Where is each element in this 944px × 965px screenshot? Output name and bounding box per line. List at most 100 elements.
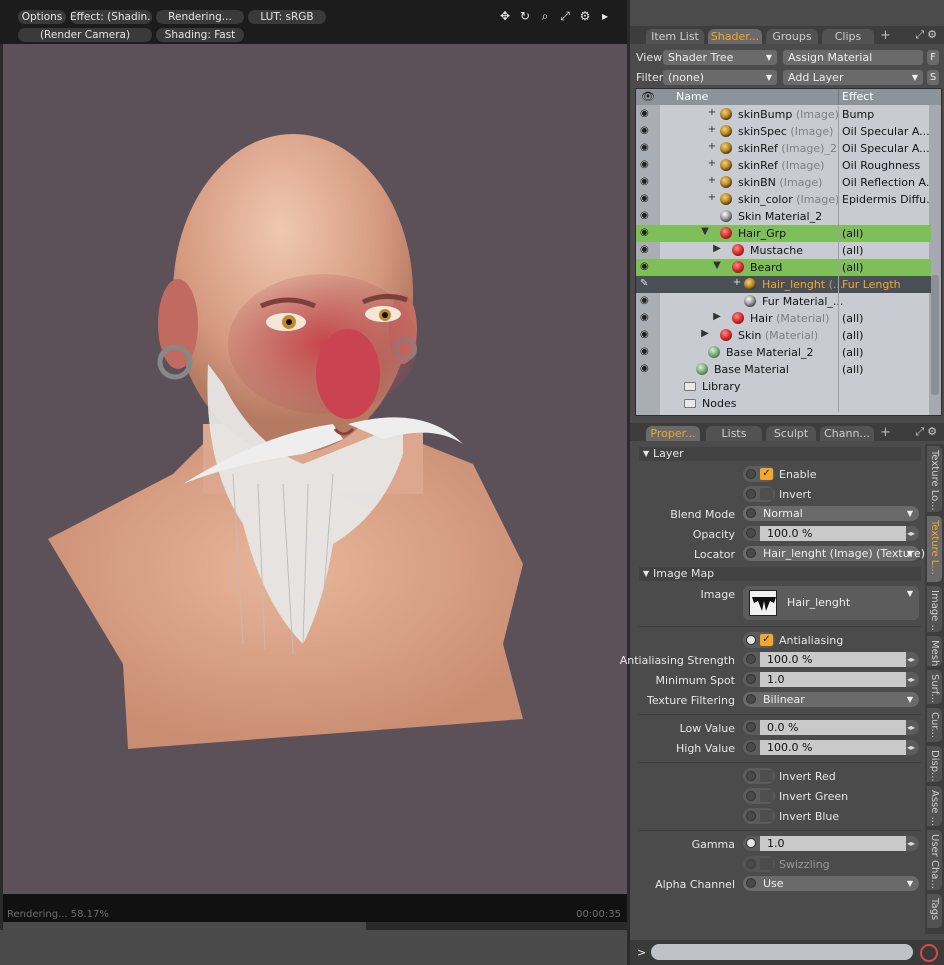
eye-icon[interactable]: ◉ [640, 126, 654, 136]
animate-dot-icon[interactable] [746, 811, 756, 821]
collapse-icon[interactable]: ▼ [712, 260, 722, 271]
name-column-header[interactable]: Name [676, 90, 708, 103]
animate-dot-icon[interactable] [746, 635, 756, 645]
min-spot-value[interactable]: 1.0 [760, 672, 906, 687]
eye-icon[interactable]: ◉ [640, 228, 654, 238]
collapse-icon[interactable]: ▼ [700, 226, 710, 237]
expand-icon[interactable]: ▶ [712, 311, 722, 322]
blend-mode-dropdown[interactable]: Normal ▼ [743, 506, 919, 521]
side-tab[interactable]: Tags [927, 894, 942, 928]
side-tab[interactable]: Surf... [927, 670, 942, 704]
view-dropdown[interactable]: Shader Tree ▼ [663, 50, 777, 65]
checkbox-box[interactable] [760, 790, 773, 802]
tab-item-list[interactable]: Item List [646, 29, 704, 44]
tree-row[interactable]: ◉ Base Material (all) [636, 361, 931, 378]
camera-dropdown[interactable]: (Render Camera) [18, 28, 152, 42]
shading-dropdown[interactable]: Shading: Fast [156, 28, 244, 42]
rotate-icon[interactable]: ↻ [518, 9, 532, 23]
eye-icon[interactable]: ◉ [640, 245, 654, 255]
check-icon[interactable]: ✓ [760, 468, 773, 480]
eye-icon[interactable]: ◉ [640, 194, 654, 204]
animate-dot-icon[interactable] [746, 654, 756, 664]
side-tab[interactable]: Disp... [927, 746, 942, 782]
expand-icon[interactable]: + [707, 192, 717, 203]
column-separator[interactable] [838, 89, 839, 105]
spinner-icon[interactable]: ◂▸ [906, 742, 916, 753]
invert-red-checkbox[interactable] [743, 768, 775, 784]
eye-icon[interactable]: ◉ [640, 143, 654, 153]
spinner-icon[interactable]: ◂▸ [906, 528, 916, 539]
animate-dot-icon[interactable] [746, 838, 756, 848]
eye-icon[interactable]: ◉ [640, 347, 654, 357]
animate-dot-icon[interactable] [746, 674, 756, 684]
tree-row[interactable]: ◉ ▶ Skin (Material) (all) [636, 327, 931, 344]
tab-lists[interactable]: Lists [706, 426, 762, 441]
tree-row-hair-grp[interactable]: ◉ ▼ Hair_Grp (all) [636, 225, 931, 242]
min-spot-field[interactable]: 1.0 ◂▸ [743, 672, 919, 687]
effect-dropdown[interactable]: Effect: (Shadin... [70, 10, 152, 24]
expand-icon[interactable]: ▶ [712, 243, 722, 254]
add-tab-icon[interactable]: + [880, 28, 891, 43]
animate-dot-icon[interactable] [746, 548, 756, 558]
low-value-field[interactable]: 0.0 % ◂▸ [743, 720, 919, 735]
opacity-field[interactable]: 100.0 % ◂▸ [743, 526, 919, 541]
layer-section-header[interactable]: ▼ Layer [639, 447, 921, 461]
gamma-field[interactable]: 1.0 ◂▸ [743, 836, 919, 851]
animate-dot-icon[interactable] [746, 771, 756, 781]
animate-dot-icon[interactable] [746, 528, 756, 538]
invert-green-checkbox[interactable] [743, 788, 775, 804]
aa-strength-field[interactable]: 100.0 % ◂▸ [743, 652, 919, 667]
tab-shader-tree[interactable]: Shader... [708, 29, 762, 44]
tree-row-selected[interactable]: ✎ + Hair_lenght (... Fur Length [636, 276, 931, 293]
animate-dot-icon[interactable] [746, 508, 756, 518]
tree-scrollbar-thumb[interactable] [931, 275, 939, 395]
invert-checkbox[interactable] [743, 486, 775, 502]
tree-row[interactable]: ◉ Skin Material_2 [636, 208, 931, 225]
expand-icon[interactable]: + [707, 107, 717, 118]
animate-dot-icon[interactable] [746, 489, 756, 499]
eye-icon[interactable]: ◉ [640, 262, 654, 272]
side-tab[interactable]: Image ... [927, 586, 942, 632]
eye-icon[interactable]: ◉ [640, 109, 654, 119]
tree-row[interactable]: Library [636, 378, 931, 395]
image-selector[interactable]: Hair_lenght ▼ [743, 586, 919, 620]
image-map-section-header[interactable]: ▼ Image Map [639, 567, 921, 581]
command-input[interactable] [651, 944, 913, 960]
tree-row[interactable]: ◉ + skinBN (Image) Oil Reflection A... [636, 174, 931, 191]
side-tab[interactable]: Mesh [927, 636, 942, 666]
gamma-value[interactable]: 1.0 [760, 836, 906, 851]
add-tab-icon[interactable]: + [880, 425, 891, 440]
tab-properties[interactable]: Proper... [646, 426, 700, 441]
checkbox-box[interactable] [760, 810, 773, 822]
enable-checkbox[interactable]: ✓ [743, 466, 775, 482]
rendering-button[interactable]: Rendering... [156, 10, 244, 24]
animate-dot-icon[interactable] [746, 742, 756, 752]
options-button[interactable]: Options [18, 10, 66, 24]
tree-row[interactable]: ◉ + skinRef (Image) Oil Roughness [636, 157, 931, 174]
tree-row[interactable]: ◉ Base Material_2 (all) [636, 344, 931, 361]
invert-blue-checkbox[interactable] [743, 808, 775, 824]
low-value-value[interactable]: 0.0 % [760, 720, 906, 735]
panel-tools-icons[interactable]: ⤢⚙ [915, 425, 940, 439]
opacity-value[interactable]: 100.0 % [760, 526, 906, 541]
tree-row[interactable]: ◉ ▶ Hair (Material) (all) [636, 310, 931, 327]
tree-row[interactable]: ◉ + skin_color (Image) Epidermis Diffu..… [636, 191, 931, 208]
tab-clips[interactable]: Clips [822, 29, 874, 44]
alpha-channel-dropdown[interactable]: Use ▼ [743, 876, 919, 891]
zoom-icon[interactable]: ⌕ [538, 9, 552, 23]
spinner-icon[interactable]: ◂▸ [906, 838, 916, 849]
eye-icon[interactable]: ◉ [640, 313, 654, 323]
animate-dot-icon[interactable] [746, 722, 756, 732]
animate-dot-icon[interactable] [746, 878, 756, 888]
tab-sculpt[interactable]: Sculpt [766, 426, 816, 441]
texture-filtering-dropdown[interactable]: Bilinear ▼ [743, 692, 919, 707]
eye-icon[interactable]: ◉ [640, 211, 654, 221]
tree-row[interactable]: ◉ + skinSpec (Image) Oil Specular A... [636, 123, 931, 140]
expand-icon[interactable]: + [732, 277, 742, 288]
gear-icon[interactable]: ⚙ [578, 9, 592, 23]
tree-row[interactable]: ◉ + skinBump (Image) Bump [636, 106, 931, 123]
move-icon[interactable]: ✥ [498, 9, 512, 23]
eye-icon[interactable]: ◉ [640, 364, 654, 374]
expand-icon[interactable]: + [707, 141, 717, 152]
side-tab[interactable]: Cur... [927, 708, 942, 742]
